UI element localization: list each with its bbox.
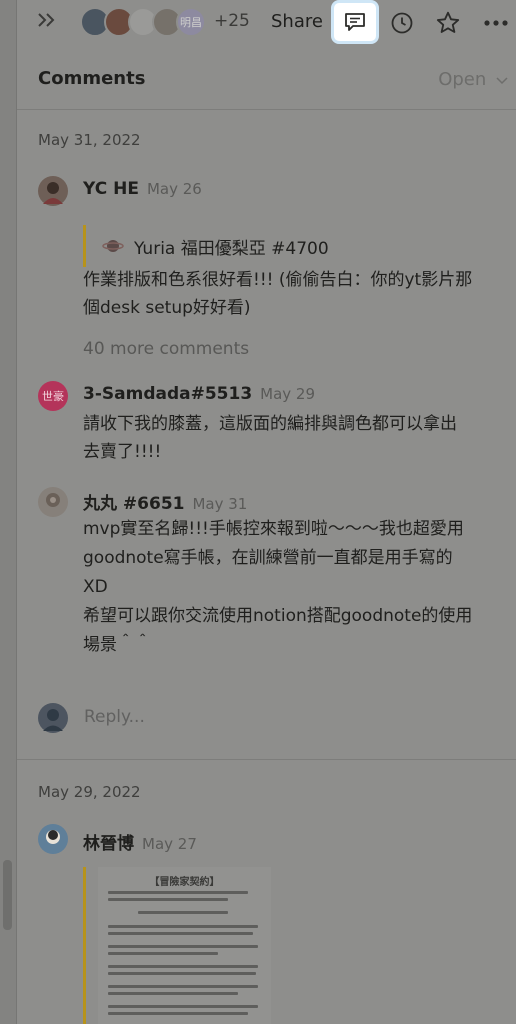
document-preview: 【冒險家契約】: [98, 867, 271, 1024]
comment-text: mvp實至名歸!!!手帳控來報到啦～～～我也超愛用 goodnote寫手帳，在訓…: [83, 519, 473, 655]
thread-divider: [17, 759, 516, 760]
star-icon: [436, 11, 460, 33]
filter-label: Open: [438, 69, 487, 90]
thread-date: May 29, 2022: [38, 783, 141, 801]
comments-header: Comments Open: [17, 47, 516, 110]
panel-title: Comments: [38, 68, 146, 89]
comment-author: 林晉博 May 27: [83, 834, 197, 854]
expand-sidebar-icon[interactable]: [36, 10, 58, 36]
more-comments-link[interactable]: 40 more comments: [83, 339, 249, 359]
avatar: [38, 824, 68, 854]
status-filter-dropdown[interactable]: Open: [438, 69, 508, 90]
comments-button[interactable]: [331, 0, 379, 44]
favorite-button[interactable]: [434, 9, 462, 37]
chevron-down-icon: [496, 77, 508, 85]
thread-date: May 31, 2022: [38, 131, 141, 149]
avatar: [38, 176, 68, 206]
reply-input[interactable]: Reply...: [84, 707, 145, 727]
share-button[interactable]: Share: [271, 11, 323, 32]
attached-image[interactable]: 【冒險家契約】: [83, 867, 271, 1024]
quoted-block[interactable]: Yuria 福田優梨亞 #4700: [83, 225, 483, 267]
left-sidebar-strip: [0, 0, 17, 1024]
image-title: 【冒險家契約】: [149, 877, 220, 888]
comment-time: May 26: [146, 180, 202, 198]
comment-text: 請收下我的膝蓋，這版面的編排與調色都可以拿出 去賣了!!!!: [83, 414, 457, 462]
quote-text: Yuria 福田優梨亞 #4700: [134, 238, 329, 259]
top-toolbar: 明昌 +25 Share: [16, 0, 516, 46]
scrollbar-thumb[interactable]: [3, 860, 12, 930]
comment-author: 3-Samdada#5513 May 29: [83, 384, 316, 404]
more-options-button[interactable]: [482, 9, 510, 37]
comment-author: YC HE May 26: [83, 179, 202, 199]
comment-time: May 27: [142, 835, 197, 853]
comment-text: 作業排版和色系很好看!!! (偷偷告白：你的yt影片那 個desk setup好…: [83, 270, 473, 318]
more-collaborators-count[interactable]: +25: [214, 11, 250, 31]
avatar: [38, 703, 68, 733]
avatar: 世豪: [38, 381, 68, 411]
avatar: [38, 487, 68, 517]
comments-panel: Comments Open May 31, 2022 YC HE May 26 Y…: [17, 47, 516, 1024]
comment-time: May 31: [192, 495, 248, 513]
comment-time: May 29: [260, 385, 316, 403]
history-button[interactable]: [388, 9, 416, 37]
clock-icon: [391, 12, 413, 34]
comment-author: 丸丸 #6651 May 31: [83, 494, 248, 514]
avatar-badge: 明昌: [176, 7, 206, 37]
ellipsis-icon: [484, 20, 508, 26]
planet-icon: [102, 240, 124, 252]
comment-icon: [345, 13, 365, 31]
